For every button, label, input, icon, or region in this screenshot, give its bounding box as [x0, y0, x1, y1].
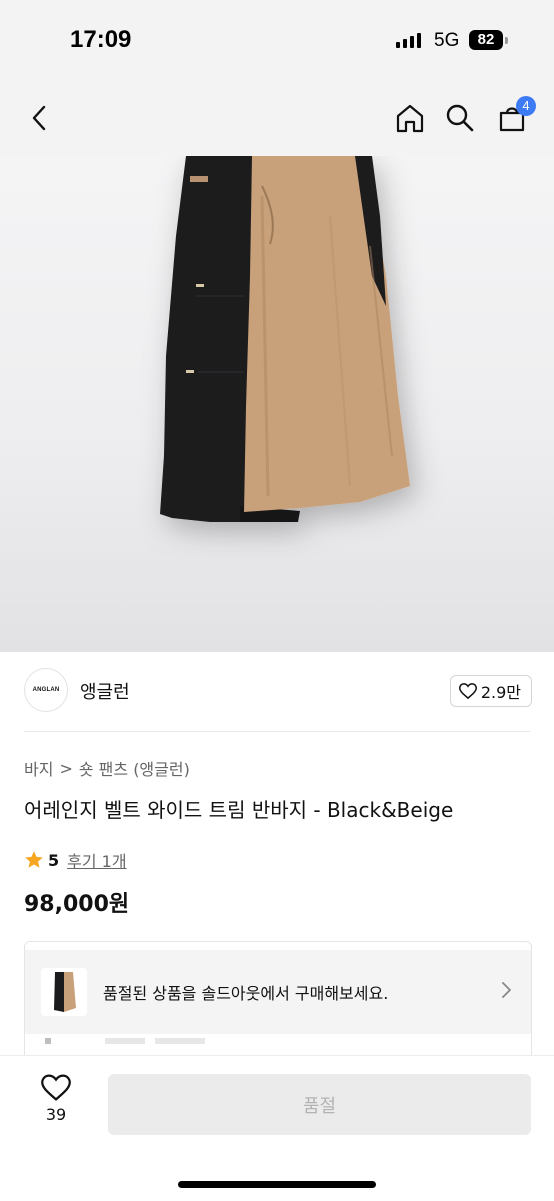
- brand-like-count: 2.9만: [480, 683, 521, 702]
- soldout-buy-button[interactable]: 품절: [108, 1074, 531, 1135]
- status-bar: 17:09 5G 82: [0, 0, 554, 80]
- brand-row[interactable]: ANGLAN 앵글런 2.9만: [24, 668, 532, 714]
- search-button[interactable]: [440, 98, 480, 138]
- breadcrumb-subcategory[interactable]: 숏 팬츠 (앵글런): [79, 756, 190, 780]
- soldout-thumbnail: [41, 968, 87, 1016]
- rating-score: 5: [48, 850, 60, 870]
- breadcrumb: 바지 > 숏 팬츠 (앵글런): [24, 756, 190, 780]
- battery-tip: [505, 37, 508, 44]
- network-label: 5G: [434, 30, 460, 51]
- signal-icon: [396, 33, 421, 48]
- brand-like-button[interactable]: 2.9만: [449, 675, 532, 707]
- product-image[interactable]: [0, 156, 554, 652]
- wishlist-button[interactable]: 39: [30, 1074, 82, 1134]
- review-link[interactable]: 후기 1개: [67, 848, 126, 872]
- wishlist-count: 39: [45, 1105, 67, 1124]
- chevron-right-icon: [502, 982, 511, 998]
- bottom-action-bar: 39 품절: [0, 1055, 554, 1201]
- cart-count-badge: 4: [516, 96, 536, 116]
- cart-button[interactable]: 4: [492, 96, 536, 138]
- soldout-banner[interactable]: 품절된 상품을 솔드아웃에서 구매해보세요.: [25, 950, 531, 1034]
- star-icon: [25, 851, 43, 868]
- search-icon: [446, 104, 474, 132]
- home-indicator: [178, 1181, 376, 1188]
- nav-bar: 4: [0, 80, 554, 156]
- shorts-illustration: [160, 156, 410, 522]
- breadcrumb-separator: >: [59, 758, 73, 778]
- divider: [24, 731, 530, 732]
- chevron-left-icon: [32, 105, 46, 131]
- rating-row: 5 후기 1개: [24, 848, 127, 872]
- product-title: 어레인지 벨트 와이드 트림 반바지 - Black&Beige: [24, 798, 454, 822]
- home-icon: [396, 104, 424, 133]
- soldout-message: 품절된 상품을 솔드아웃에서 구매해보세요.: [103, 984, 389, 1003]
- heart-icon: [41, 1074, 71, 1101]
- brand-name[interactable]: 앵글런: [80, 678, 130, 704]
- shorts-thumbnail-icon: [54, 972, 76, 1012]
- truncated-content: [45, 1038, 205, 1044]
- home-button[interactable]: [390, 98, 430, 138]
- brand-logo[interactable]: ANGLAN: [24, 668, 68, 712]
- breadcrumb-category[interactable]: 바지: [24, 756, 53, 780]
- heart-icon: [458, 683, 477, 699]
- product-price: 98,000원: [24, 892, 130, 917]
- status-time: 17:09: [70, 26, 132, 53]
- brand-logo-text: ANGLAN: [32, 687, 60, 693]
- back-button[interactable]: [20, 98, 60, 138]
- battery-icon: 82: [469, 30, 503, 50]
